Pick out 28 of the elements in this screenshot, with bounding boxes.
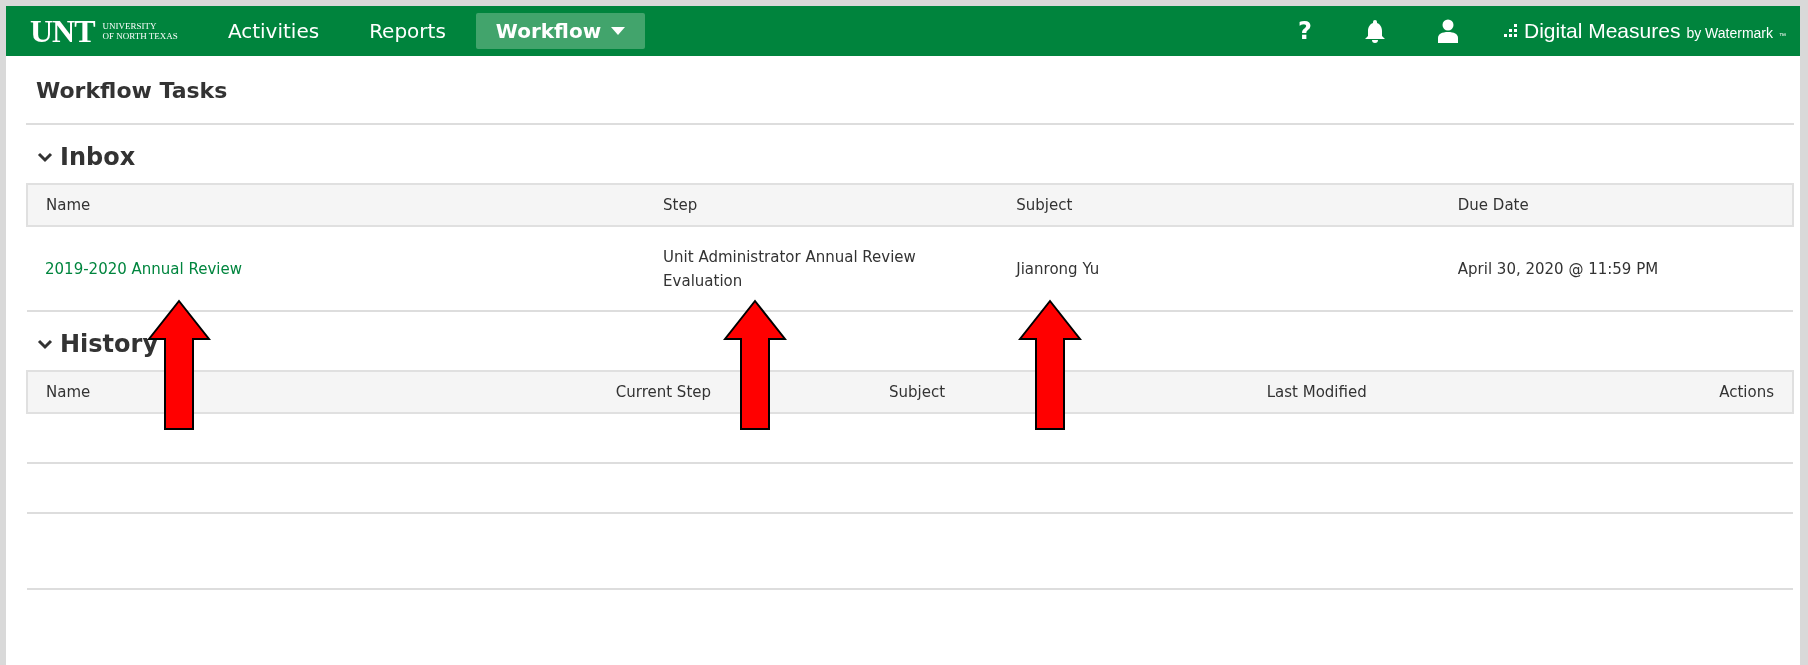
nav-tab[interactable]: Reports — [349, 13, 466, 49]
column-header: Step — [645, 184, 999, 226]
bell-icon[interactable] — [1364, 19, 1386, 43]
task-link[interactable]: 2019-2020 Annual Review — [45, 259, 242, 278]
logo-text: UNIVERSITY — [102, 21, 158, 31]
table-cell: Jianrong Yu — [1016, 259, 1100, 278]
column-header: Name — [27, 371, 422, 413]
nav-tab[interactable]: Activities — [207, 13, 340, 49]
logo-text: OF NORTH TEXAS — [102, 31, 178, 41]
page-title: Workflow Tasks — [35, 77, 229, 105]
table-cell: April 30, 2020 @ 11:59 PM — [1457, 259, 1659, 278]
column-header: Current Step — [421, 371, 871, 413]
column-header: Name — [27, 184, 646, 226]
user-icon[interactable] — [1438, 19, 1458, 43]
section-title: History — [60, 330, 159, 358]
column-header: Subject — [871, 371, 1249, 413]
column-header: Due Date — [1439, 184, 1793, 226]
brand-name: Digital Measures — [1524, 19, 1681, 43]
help-button[interactable]: ? — [1298, 17, 1312, 45]
logo-mark[interactable]: UNT — [30, 12, 95, 50]
column-header: Last Modified — [1248, 371, 1597, 413]
column-header: Actions — [1596, 371, 1793, 413]
dots-icon — [1504, 24, 1518, 38]
table-cell: Unit Administrator Annual Review Evaluation — [663, 247, 916, 290]
nav-tab[interactable]: Workflow — [475, 13, 646, 49]
section-title: Inbox — [60, 143, 136, 171]
brand-byline: by Watermark — [1686, 25, 1773, 41]
column-header: Subject — [998, 184, 1440, 226]
